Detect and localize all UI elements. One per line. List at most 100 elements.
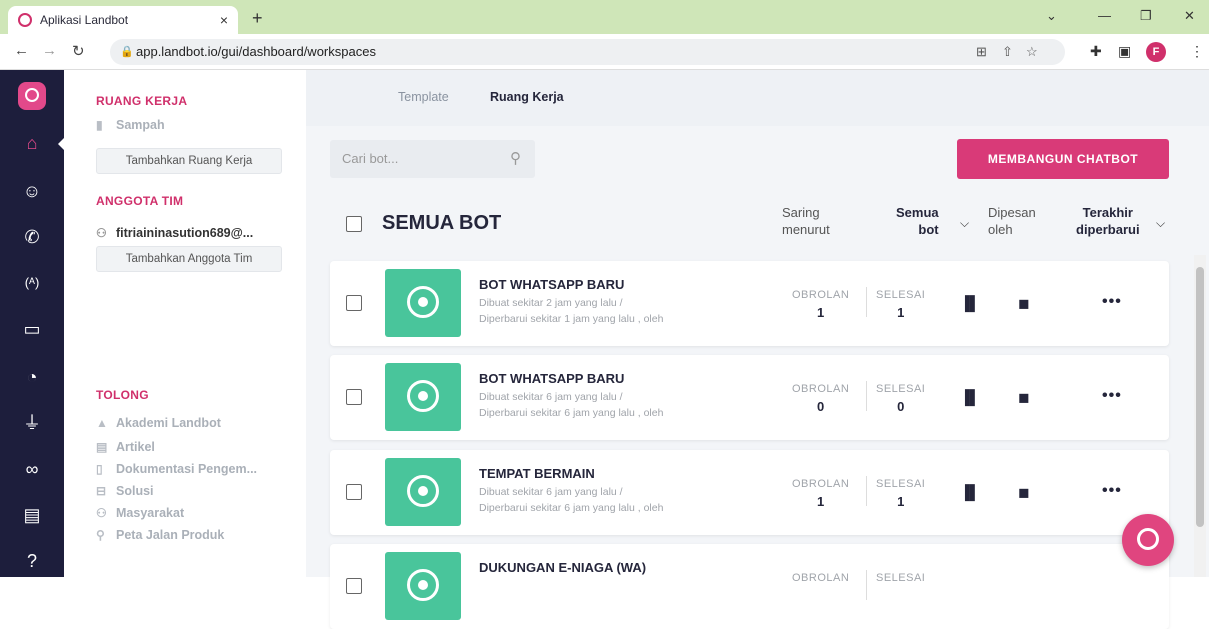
share-icon[interactable]: ⇧ [1002,39,1013,65]
conversations-icon[interactable]: ◼ [1018,295,1030,312]
landbot-logo-icon[interactable] [18,82,46,110]
scrollbar[interactable] [1194,255,1206,577]
select-all-checkbox[interactable] [346,216,362,232]
whatsapp-icon[interactable]: ✆ [0,222,64,252]
sort-value-line2: diperbarui [1076,222,1140,237]
stat-divider [866,476,867,506]
bot-name[interactable]: DUKUNGAN E-NIAGA (WA) [479,560,646,575]
done-count: 1 [897,305,905,320]
integrations-plug-icon[interactable]: ⏚ [0,408,64,438]
sort-dropdown[interactable]: Terakhir diperbarui [1076,204,1140,238]
bot-updated: Diperbarui sekitar 6 jam yang lalu , ole… [479,502,664,514]
help-link-label: Akademi Landbot [116,416,221,430]
forward-icon[interactable]: → [42,42,57,59]
billing-card-icon[interactable]: ▤ [0,500,64,530]
profile-avatar[interactable]: F [1146,42,1166,62]
back-icon[interactable]: ← [14,42,29,59]
bot-checkbox[interactable] [346,295,362,311]
browser-tab[interactable]: Aplikasi Landbot × [8,6,238,34]
build-chatbot-button[interactable]: MEMBANGUN CHATBOT [957,139,1169,179]
bot-updated: Diperbarui sekitar 1 jam yang lalu , ole… [479,313,664,325]
bot-created: Dibuat sekitar 2 jam yang lalu / [479,297,623,309]
tab-workspace[interactable]: Ruang Kerja [490,90,564,104]
done-stat: SELESAI 0 [876,383,925,414]
chat-icon[interactable]: ▭ [0,314,64,344]
done-label: SELESAI [876,383,926,395]
analytics-bar-icon[interactable]: ▐▌ [960,484,980,500]
filter-value-line2: bot [918,222,939,237]
bot-name[interactable]: TEMPAT BERMAIN [479,466,595,481]
done-label: SELESAI [876,289,926,301]
help-link-community[interactable]: ⚇ Masyarakat [96,506,184,520]
new-tab-button[interactable]: + [252,8,263,29]
help-icon[interactable]: ? [0,546,64,576]
filter-chevron-down-icon[interactable]: ⌵ [960,216,969,231]
bot-thumbnail [385,363,461,431]
help-link-solutions[interactable]: ⊟ Solusi [96,484,154,498]
stat-divider [866,570,867,600]
add-workspace-button[interactable]: Tambahkan Ruang Kerja [96,148,282,174]
close-window-icon[interactable]: ✕ [1184,8,1195,24]
analytics-icon[interactable]: ◔ [0,362,64,392]
search-input[interactable]: Cari bot... ⚲ [330,140,535,178]
bot-checkbox[interactable] [346,578,362,594]
help-link-label: Artikel [116,440,155,454]
tab-search-icon[interactable]: ⌄ [1046,8,1057,24]
analytics-bar-icon[interactable]: ▐▌ [960,389,980,405]
more-options-button[interactable]: ••• [1102,482,1122,500]
tab-template[interactable]: Template [398,90,449,104]
help-link-docs[interactable]: ▯ Dokumentasi Pengem... [96,462,257,476]
translate-icon[interactable]: ⊞ [976,39,987,65]
chats-stat: OBROLAN 0 [792,383,849,414]
home-icon[interactable]: ⌂ [0,128,64,158]
filter-label-line2: menurut [782,222,830,237]
done-label: SELESAI [876,572,926,584]
top-nav: Template Ruang Kerja [306,70,1209,126]
help-link-label: Masyarakat [116,506,185,520]
bot-checkbox[interactable] [346,389,362,405]
bot-icon[interactable]: ☺ [0,176,64,206]
menu-kebab-icon[interactable]: ⋮ [1190,43,1204,60]
minimize-icon[interactable]: — [1098,8,1111,23]
done-label: SELESAI [876,478,926,490]
bookmark-star-icon[interactable]: ☆ [1026,39,1038,65]
bot-checkbox[interactable] [346,484,362,500]
bot-card[interactable]: BOT WHATSAPP BARU Dibuat sekitar 6 jam y… [330,355,1169,440]
bot-card[interactable]: DUKUNGAN E-NIAGA (WA) OBROLAN SELESAI [330,544,1169,629]
sort-chevron-down-icon[interactable]: ⌵ [1156,216,1165,231]
scrollbar-thumb[interactable] [1196,267,1204,527]
reload-icon[interactable]: ↻ [72,42,85,60]
bot-name[interactable]: BOT WHATSAPP BARU [479,277,624,292]
restore-icon[interactable]: ❐ [1140,8,1152,24]
address-bar: ← → ↻ 🔒 app.landbot.io/gui/dashboard/wor… [0,34,1209,70]
filter-dropdown[interactable]: Semua bot [896,204,939,238]
trash-link[interactable]: ▮ Sampah [96,118,165,132]
help-link-roadmap[interactable]: ⚲ Peta Jalan Produk [96,528,224,542]
conversations-icon[interactable]: ◼ [1018,484,1030,501]
extensions-icon[interactable]: ✚ [1090,43,1102,60]
help-link-academy[interactable]: ▲ Akademi Landbot [96,416,221,430]
bot-thumbnail [385,552,461,620]
bot-card[interactable]: BOT WHATSAPP BARU Dibuat sekitar 2 jam y… [330,261,1169,346]
bot-card[interactable]: TEMPAT BERMAIN Dibuat sekitar 6 jam yang… [330,450,1169,535]
add-member-button[interactable]: Tambahkan Anggota Tim [96,246,282,272]
partners-handshake-icon[interactable]: ∞ [0,454,64,484]
landbot-favicon-icon [18,13,32,27]
help-heading: TOLONG [96,388,149,402]
url-field[interactable]: 🔒 app.landbot.io/gui/dashboard/workspace… [110,39,1065,65]
help-link-label: Dokumentasi Pengem... [116,462,258,476]
more-options-button[interactable]: ••• [1102,387,1122,405]
team-heading: ANGGOTA TIM [96,194,184,208]
bot-name[interactable]: BOT WHATSAPP BARU [479,371,624,386]
trash-icon: ▮ [96,118,103,132]
help-link-articles[interactable]: ▤ Artikel [96,440,155,454]
analytics-bar-icon[interactable]: ▐▌ [960,295,980,311]
chats-label: OBROLAN [792,572,850,584]
broadcast-icon[interactable]: (ᴬ) [0,268,64,298]
more-options-button[interactable]: ••• [1102,293,1122,311]
close-tab-icon[interactable]: × [220,12,228,28]
chat-widget-button[interactable] [1122,514,1174,566]
conversations-icon[interactable]: ◼ [1018,389,1030,406]
side-panel-icon[interactable]: ▣ [1118,43,1131,60]
filter-label-line1: Saring [782,205,820,220]
